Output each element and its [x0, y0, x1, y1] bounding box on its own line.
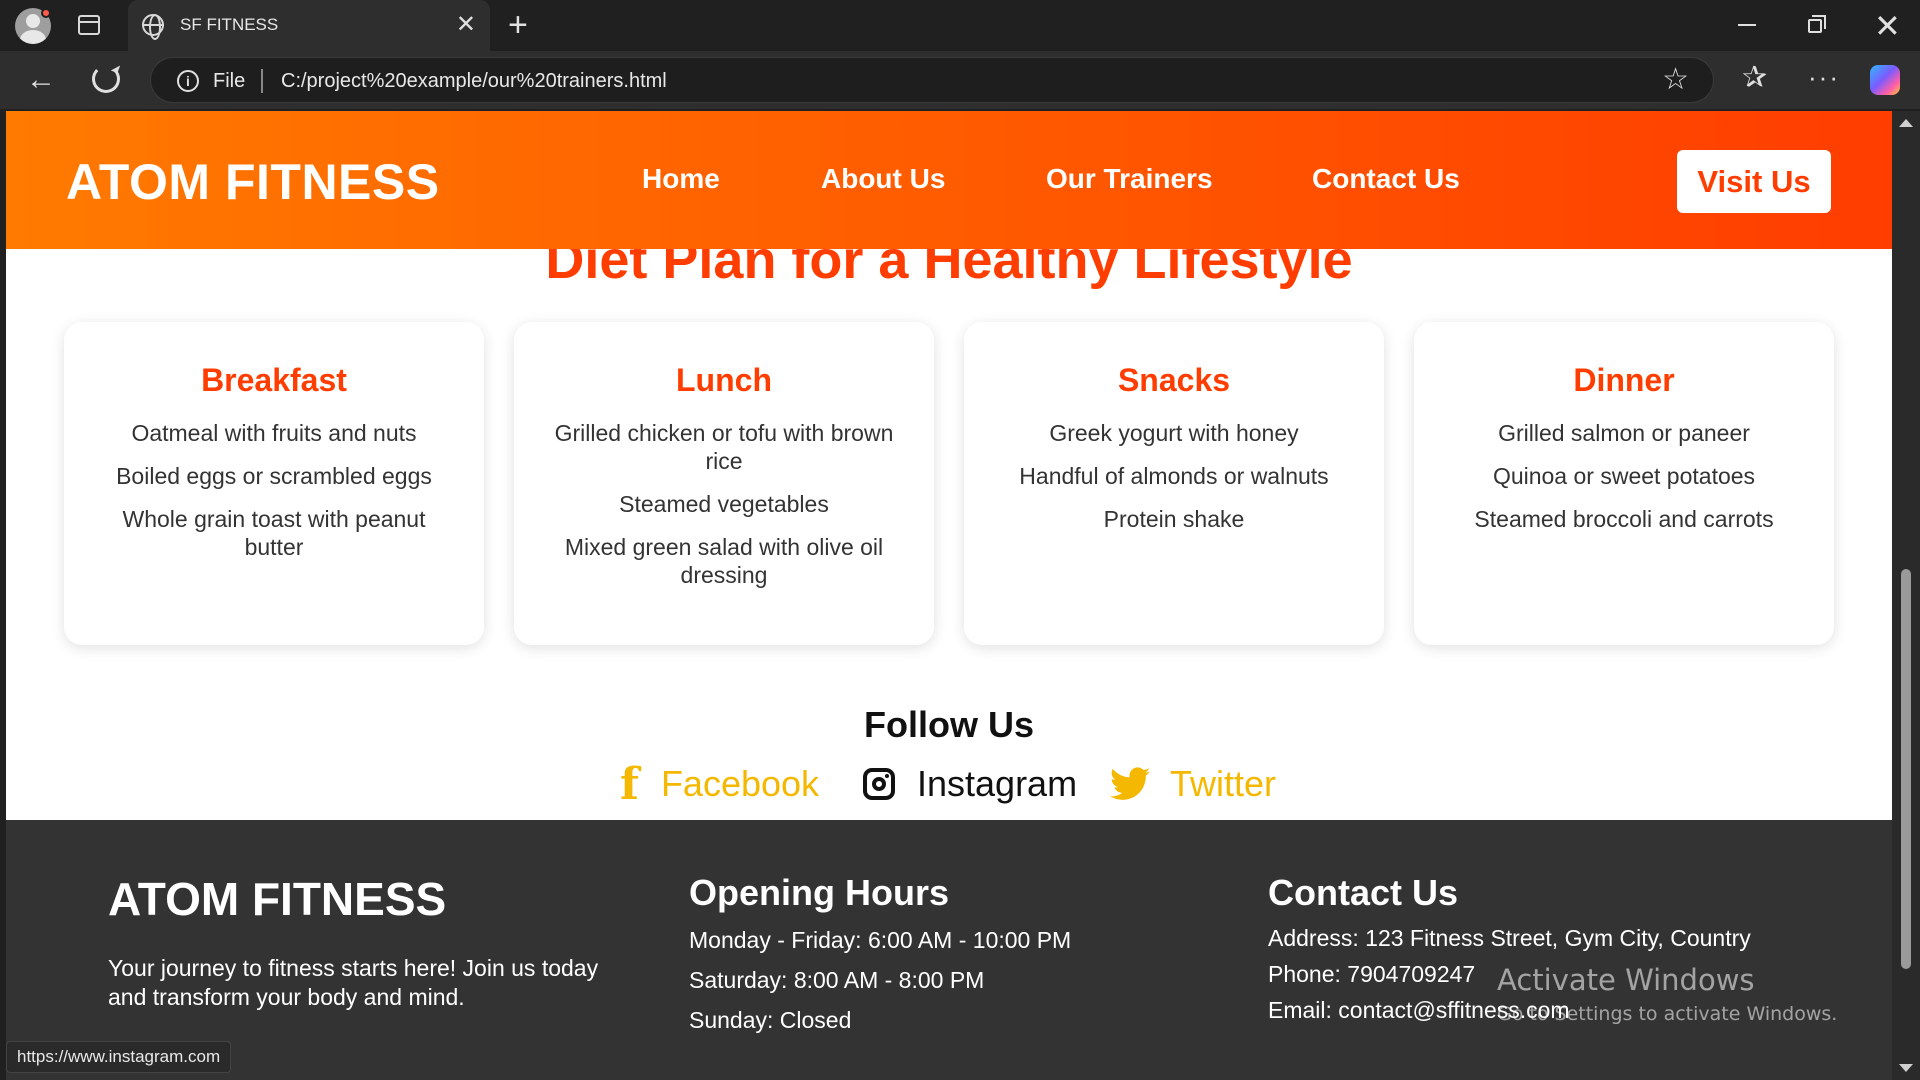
contact-heading: Contact Us — [1268, 872, 1459, 913]
address-divider — [261, 69, 263, 93]
instagram-label: Instagram — [917, 763, 1078, 804]
instagram-icon — [863, 768, 895, 800]
tab-close-icon[interactable]: ✕ — [456, 10, 476, 40]
browser-tab[interactable]: SF FITNESS ✕ — [128, 0, 490, 51]
meal-title: Dinner — [1573, 362, 1675, 398]
tab-title: SF FITNESS — [180, 15, 279, 34]
copilot-icon[interactable] — [1870, 65, 1900, 95]
footer-brand: ATOM FITNESS — [108, 873, 447, 925]
hours-heading: Opening Hours — [689, 872, 949, 913]
site-footer: ATOM FITNESS Your journey to fitness sta… — [6, 820, 1892, 1080]
nav-link-trainers[interactable]: Our Trainers — [1046, 163, 1213, 195]
favorites-icon[interactable]: ✰ — [1742, 62, 1767, 94]
instagram-link[interactable]: Instagram — [863, 759, 1077, 809]
browser-toolbar: ← i File C:/project%20example/our%20trai… — [0, 51, 1920, 109]
twitter-icon — [1110, 767, 1150, 800]
site-logo[interactable]: ATOM FITNESS — [66, 153, 440, 211]
meal-item: Greek yogurt with honey — [1049, 420, 1299, 446]
twitter-link[interactable]: Twitter — [1110, 759, 1276, 809]
hours-line: Monday - Friday: 6:00 AM - 10:00 PM — [689, 927, 1072, 953]
restore-icon[interactable] — [1808, 15, 1826, 33]
watermark-subtitle: Go to Settings to activate Windows. — [1497, 1003, 1838, 1025]
scroll-down-icon[interactable] — [1899, 1064, 1913, 1072]
meal-title: Snacks — [1117, 362, 1231, 398]
status-bar-url: https://www.instagram.com — [6, 1041, 232, 1073]
facebook-link[interactable]: f Facebook — [620, 758, 820, 810]
activate-windows-watermark: Activate Windows Go to Settings to activ… — [1497, 963, 1837, 1025]
page-viewport: ATOM FITNESS Home About Us Our Trainers … — [6, 111, 1892, 1080]
tab-actions-icon[interactable] — [78, 15, 100, 35]
meal-card-snacks: Snacks Greek yogurt with honey Handful o… — [964, 322, 1384, 645]
address-bar[interactable]: i File C:/project%20example/our%20traine… — [150, 57, 1714, 103]
hours-line: Sunday: Closed — [689, 1007, 852, 1033]
browser-titlebar: SF FITNESS ✕ + ✕ — [0, 0, 1920, 51]
meal-item: Grilled chicken or tofu with brown rice — [554, 420, 894, 474]
meal-card-breakfast: Breakfast Oatmeal with fruits and nuts B… — [64, 322, 484, 645]
facebook-label: Facebook — [660, 763, 820, 804]
url-scheme-label: File — [213, 70, 246, 92]
visit-us-button[interactable]: Visit Us — [1677, 150, 1831, 213]
meal-card-lunch: Lunch Grilled chicken or tofu with brown… — [514, 322, 934, 645]
info-icon[interactable]: i — [177, 70, 199, 92]
meal-item: Handful of almonds or walnuts — [1019, 463, 1329, 489]
follow-us-heading: Follow Us — [864, 704, 1034, 745]
meal-item: Steamed broccoli and carrots — [1474, 506, 1774, 532]
nav-link-about[interactable]: About Us — [821, 163, 945, 195]
meal-title: Lunch — [676, 362, 772, 398]
page-scrollbar[interactable] — [1892, 111, 1920, 1080]
meal-title: Breakfast — [201, 362, 347, 398]
minimize-icon[interactable] — [1738, 24, 1756, 26]
watermark-title: Activate Windows — [1497, 963, 1755, 997]
meal-item: Protein shake — [1103, 506, 1245, 532]
twitter-label: Twitter — [1170, 763, 1277, 804]
footer-tagline: Your journey to fitness starts here! Joi… — [108, 955, 599, 1010]
star-icon[interactable]: ☆ — [1662, 64, 1689, 96]
meal-item: Oatmeal with fruits and nuts — [131, 420, 417, 446]
meal-item: Grilled salmon or paneer — [1498, 420, 1750, 446]
footer-about: ATOM FITNESS Your journey to fitness sta… — [108, 872, 628, 1012]
nav-link-home[interactable]: Home — [642, 163, 720, 195]
meal-item: Boiled eggs or scrambled eggs — [116, 463, 432, 489]
new-tab-button[interactable]: + — [508, 7, 528, 43]
url-text[interactable]: C:/project%20example/our%20trainers.html — [281, 70, 667, 93]
contact-address: Address: 123 Fitness Street, Gym City, C… — [1268, 925, 1751, 951]
notification-dot — [41, 8, 51, 18]
globe-icon — [142, 14, 164, 40]
hours-line: Saturday: 8:00 AM - 8:00 PM — [689, 967, 985, 993]
reload-icon[interactable] — [92, 65, 120, 93]
facebook-icon: f — [620, 758, 639, 810]
meal-item: Steamed vegetables — [619, 491, 829, 517]
more-icon[interactable]: ··· — [1808, 62, 1840, 92]
meal-card-dinner: Dinner Grilled salmon or paneer Quinoa o… — [1414, 322, 1834, 645]
scroll-up-icon[interactable] — [1899, 119, 1913, 127]
window-close-icon[interactable]: ✕ — [1874, 6, 1901, 46]
meal-item: Whole grain toast with peanut butter — [122, 506, 426, 560]
site-navbar: ATOM FITNESS Home About Us Our Trainers … — [6, 111, 1892, 249]
meal-item: Mixed green salad with olive oil dressin… — [564, 534, 884, 588]
back-icon[interactable]: ← — [26, 65, 56, 95]
nav-link-contact[interactable]: Contact Us — [1312, 163, 1460, 195]
scrollbar-thumb[interactable] — [1901, 569, 1911, 969]
footer-hours: Opening Hours Monday - Friday: 6:00 AM -… — [689, 872, 1149, 1040]
meal-item: Quinoa or sweet potatoes — [1492, 463, 1756, 489]
